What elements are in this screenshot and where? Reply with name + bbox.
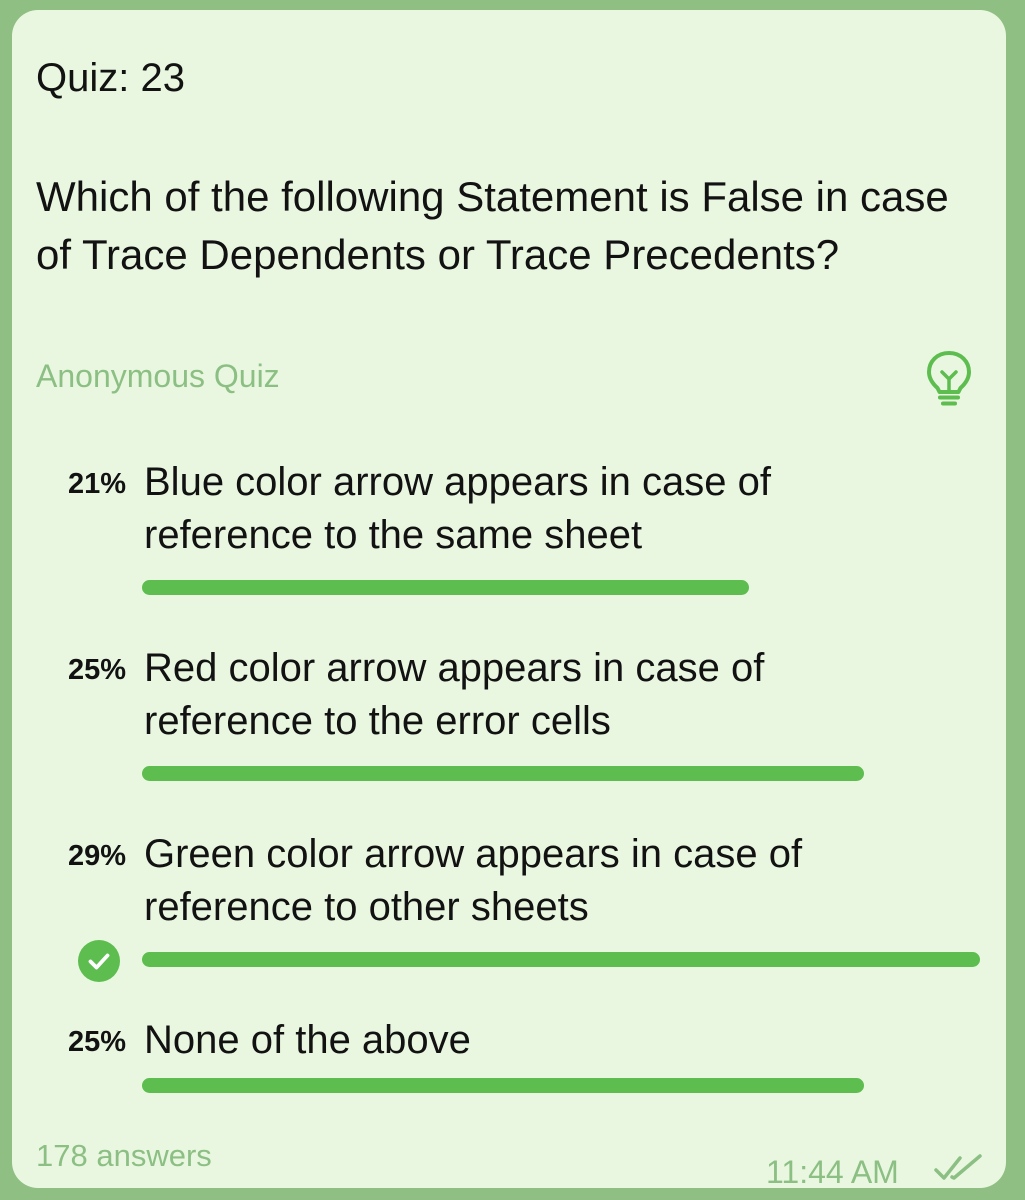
option-result-bar: [142, 766, 864, 781]
quiz-message-bubble: Quiz: 23 Which of the following Statemen…: [12, 10, 1006, 1190]
quiz-question: Which of the following Statement is Fals…: [36, 173, 949, 278]
option-result-bar: [142, 580, 749, 595]
option-percent: 25%: [67, 654, 126, 686]
option-result-bar: [142, 952, 980, 967]
quiz-type-label: Anonymous Quiz: [36, 358, 280, 394]
poll-option-2[interactable]: 25% Red color arrow appears in case of r…: [12, 642, 1006, 788]
message-time: 11:44 AM: [766, 1154, 899, 1190]
lightbulb-icon[interactable]: [924, 348, 974, 408]
option-text: Blue color arrow appears in case of refe…: [144, 460, 771, 557]
option-text: Red color arrow appears in case of refer…: [144, 646, 765, 743]
option-text: None of the above: [144, 1018, 471, 1062]
poll-option-1[interactable]: 21% Blue color arrow appears in case of …: [12, 456, 1006, 602]
quiz-title: Quiz: 23: [36, 56, 185, 100]
poll-option-4[interactable]: 25% None of the above: [12, 1014, 1006, 1104]
correct-answer-check-icon: [78, 940, 120, 982]
answers-count[interactable]: 178 answers: [36, 1136, 212, 1176]
double-check-icon: [932, 1150, 988, 1186]
option-result-bar: [142, 1078, 864, 1093]
poll-option-3[interactable]: 29% Green color arrow appears in case of…: [12, 828, 1006, 982]
option-text: Green color arrow appears in case of ref…: [144, 832, 803, 929]
option-percent: 29%: [67, 840, 126, 872]
option-percent: 25%: [67, 1026, 126, 1058]
option-percent: 21%: [67, 468, 126, 500]
